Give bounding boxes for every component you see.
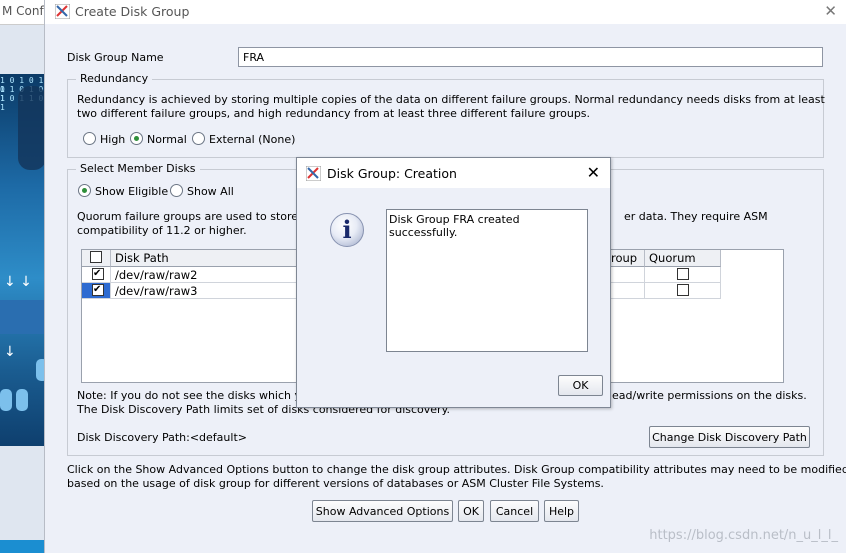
change-discovery-path-button[interactable]: Change Disk Discovery Path bbox=[649, 426, 810, 448]
redundancy-description-line2: two different failure groups, and high r… bbox=[77, 107, 591, 120]
redundancy-description-line1: Redundancy is achieved by storing multip… bbox=[77, 93, 825, 106]
cancel-button[interactable]: Cancel bbox=[490, 500, 539, 522]
radio-circle[interactable] bbox=[192, 132, 205, 145]
help-button[interactable]: Help bbox=[544, 500, 579, 522]
message-text-area: Disk Group FRA created successfully. bbox=[386, 209, 588, 352]
select-all-checkbox[interactable] bbox=[90, 251, 102, 263]
radio-high-label: High bbox=[100, 133, 126, 146]
quorum-text-line2: compatibility of 11.2 or higher. bbox=[77, 224, 247, 237]
radio-show-all[interactable]: Show All bbox=[170, 184, 234, 198]
row-checkbox[interactable] bbox=[92, 282, 104, 298]
popup-title: Disk Group: Creation bbox=[327, 166, 457, 181]
radio-normal[interactable]: Normal bbox=[130, 132, 187, 146]
popup-titlebar: Disk Group: Creation ✕ bbox=[297, 158, 610, 188]
background-titlebar: M Conf bbox=[0, 0, 50, 25]
background-window-title: M Conf bbox=[2, 4, 44, 18]
background-taskbar-strip bbox=[0, 540, 44, 553]
advanced-note-line1: Click on the Show Advanced Options butto… bbox=[67, 463, 846, 476]
failure-group-cell[interactable] bbox=[607, 267, 645, 283]
radio-external[interactable]: External (None) bbox=[192, 132, 295, 146]
row-select-cell[interactable] bbox=[82, 266, 111, 283]
cylinder-graphic bbox=[0, 389, 12, 411]
quorum-text-right: er data. They require ASM bbox=[624, 210, 768, 223]
disk-group-name-field[interactable] bbox=[238, 47, 823, 67]
failure-group-cell[interactable] bbox=[607, 283, 645, 299]
quorum-checkbox[interactable] bbox=[677, 268, 689, 280]
select-all-header[interactable] bbox=[82, 250, 111, 267]
popup-ok-button[interactable]: OK bbox=[558, 375, 603, 396]
creation-message-dialog: Disk Group: Creation ✕ i Disk Group FRA … bbox=[296, 157, 611, 408]
member-disks-legend: Select Member Disks bbox=[76, 162, 200, 175]
note-line1-left: Note: If you do not see the disks which … bbox=[77, 389, 308, 402]
radio-circle[interactable] bbox=[83, 132, 96, 145]
close-icon[interactable]: ✕ bbox=[824, 2, 837, 20]
note-line1-right: ead/write permissions on the disks. bbox=[612, 389, 807, 402]
ok-button[interactable]: OK bbox=[458, 500, 484, 522]
down-arrow-icon: ↓ bbox=[4, 344, 16, 360]
radio-circle-selected[interactable] bbox=[130, 132, 143, 145]
quorum-cell[interactable] bbox=[645, 267, 721, 283]
app-icon bbox=[306, 166, 321, 181]
background-banner-image: 1 0 1 0 1 1 0 1 0 1 0 1 1 0 1 1 0 1 ↓ ↓ … bbox=[0, 74, 46, 446]
radio-circle-selected[interactable] bbox=[78, 184, 91, 197]
close-icon[interactable]: ✕ bbox=[587, 163, 600, 182]
quorum-text-left: Quorum failure groups are used to store bbox=[77, 210, 299, 223]
storage-blocks-graphic bbox=[0, 300, 46, 334]
radio-external-label: External (None) bbox=[209, 133, 296, 146]
show-advanced-options-button[interactable]: Show Advanced Options bbox=[312, 500, 453, 522]
advanced-note-line2: based on the usage of disk group for dif… bbox=[67, 477, 604, 490]
dialog-title: Create Disk Group bbox=[75, 4, 190, 19]
disk-group-name-input[interactable] bbox=[239, 48, 822, 66]
radio-show-eligible[interactable]: Show Eligible bbox=[78, 184, 168, 198]
database-icon bbox=[18, 86, 46, 170]
dialog-titlebar: Create Disk Group ✕ bbox=[45, 0, 846, 24]
radio-normal-label: Normal bbox=[147, 133, 187, 146]
radio-circle[interactable] bbox=[170, 184, 183, 197]
quorum-checkbox[interactable] bbox=[677, 284, 689, 296]
quorum-cell[interactable] bbox=[645, 283, 721, 299]
row-select-cell[interactable] bbox=[82, 282, 111, 299]
down-arrow-icon: ↓ ↓ bbox=[4, 274, 32, 290]
disk-group-name-label: Disk Group Name bbox=[67, 51, 164, 64]
redundancy-group: Redundancy Redundancy is achieved by sto… bbox=[67, 72, 825, 158]
cylinder-graphic bbox=[16, 389, 28, 411]
radio-show-eligible-label: Show Eligible bbox=[95, 185, 169, 198]
column-header-quorum[interactable]: Quorum bbox=[645, 250, 721, 267]
radio-high[interactable]: High bbox=[83, 132, 125, 146]
app-icon bbox=[55, 4, 70, 19]
info-icon: i bbox=[330, 213, 364, 247]
watermark-text: https://blog.csdn.net/n_u_l_l_ bbox=[649, 528, 838, 543]
radio-show-all-label: Show All bbox=[187, 185, 234, 198]
row-checkbox[interactable] bbox=[92, 266, 104, 282]
column-header-failure-group[interactable]: roup bbox=[607, 250, 645, 267]
redundancy-legend: Redundancy bbox=[76, 72, 153, 85]
disk-discovery-path-label: Disk Discovery Path:<default> bbox=[77, 431, 247, 444]
